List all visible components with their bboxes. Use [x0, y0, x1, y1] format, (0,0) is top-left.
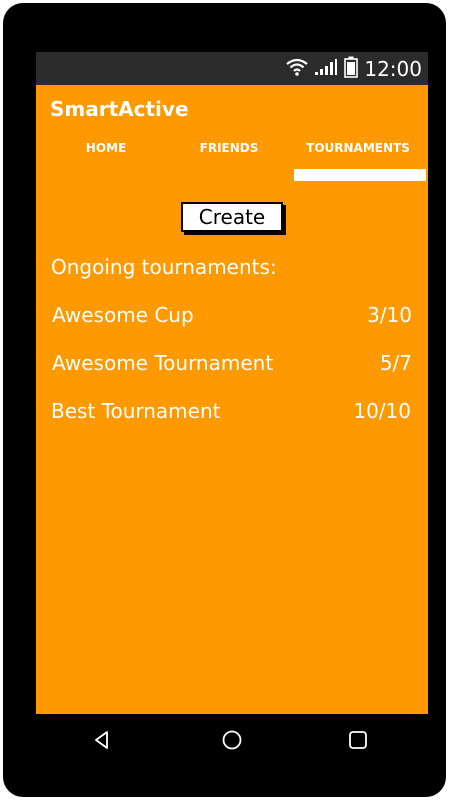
clock: 12:00 — [364, 56, 422, 81]
section-title: Ongoing tournaments: — [51, 255, 277, 279]
app-bar: SmartActive HOME FRIENDS TOURNAMENTS — [36, 85, 428, 183]
app-title: SmartActive — [50, 97, 189, 121]
create-button[interactable]: Create — [181, 202, 283, 232]
navigation-bar — [36, 714, 428, 767]
signal-icon — [314, 58, 338, 80]
status-icons: 12:00 — [286, 55, 422, 82]
list-item[interactable]: Awesome Cup 3/10 — [52, 300, 412, 330]
list-item[interactable]: Awesome Tournament 5/7 — [52, 348, 412, 378]
tournament-name: Awesome Cup — [52, 303, 194, 327]
phone-frame: 12:00 SmartActive HOME FRIENDS TOURNAMEN… — [3, 3, 446, 797]
screen: 12:00 SmartActive HOME FRIENDS TOURNAMEN… — [36, 52, 428, 767]
status-bar: 12:00 — [36, 52, 428, 85]
tournament-progress: 5/7 — [379, 351, 412, 375]
tournament-name: Best Tournament — [51, 399, 221, 423]
recents-icon[interactable] — [346, 728, 370, 752]
tab-tournaments[interactable]: TOURNAMENTS — [298, 141, 418, 155]
active-tab-indicator — [294, 169, 426, 181]
tournament-name: Awesome Tournament — [52, 351, 274, 375]
battery-icon — [344, 56, 359, 82]
tab-home[interactable]: HOME — [71, 141, 141, 155]
list-item[interactable]: Best Tournament 10/10 — [51, 396, 411, 426]
tab-friends[interactable]: FRIENDS — [189, 141, 269, 155]
tournament-progress: 3/10 — [367, 303, 412, 327]
home-icon[interactable] — [220, 728, 244, 752]
back-icon[interactable] — [90, 728, 114, 752]
tournament-progress: 10/10 — [353, 399, 411, 423]
wifi-icon — [286, 58, 309, 80]
